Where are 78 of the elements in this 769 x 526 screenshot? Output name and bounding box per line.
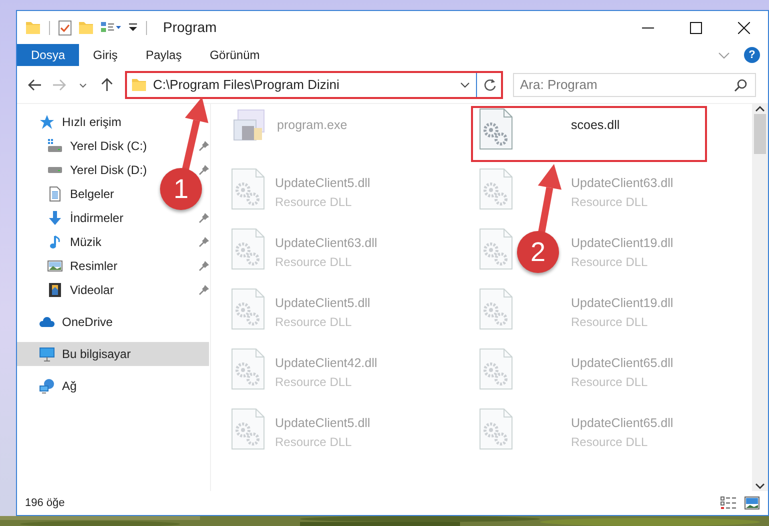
film-icon [48, 282, 62, 298]
file-type: Resource DLL [571, 434, 649, 451]
details-view-icon[interactable] [720, 496, 738, 510]
file-type: Resource DLL [275, 434, 353, 451]
search-field[interactable]: Ara: Program [513, 72, 756, 96]
download-arrow-icon [47, 210, 63, 226]
cloud-icon [39, 317, 55, 327]
gear-file-icon [479, 288, 513, 330]
gear-file-icon [231, 348, 265, 390]
computer-icon [39, 346, 55, 362]
file-name[interactable]: scoes.dll [571, 116, 620, 135]
sidebar-item[interactable]: Ağ [17, 374, 85, 398]
file-type: Resource DLL [571, 314, 649, 331]
document-icon [47, 186, 63, 202]
back-icon[interactable] [27, 76, 43, 92]
large-icons-view-icon[interactable] [744, 496, 760, 510]
close-icon[interactable] [738, 22, 750, 34]
file-type: Resource DLL [275, 254, 353, 271]
sidebar-item[interactable]: Yerel Disk (C:) [17, 134, 155, 158]
gear-file-icon [479, 108, 513, 150]
up-icon[interactable] [99, 76, 115, 92]
drive-icon [47, 167, 63, 173]
sidebar-item[interactable]: Hızlı erişim [17, 110, 130, 134]
file-type: Resource DLL [275, 194, 353, 211]
landscape-icon [47, 260, 63, 272]
scroll-down-icon[interactable] [755, 483, 765, 489]
pin-icon[interactable] [199, 285, 209, 295]
network-icon [39, 378, 55, 394]
file-type: Resource DLL [571, 194, 649, 211]
gear-file-icon [479, 168, 513, 210]
folder-icon [131, 76, 147, 92]
sidebar-item[interactable]: Yerel Disk (D:) [17, 158, 155, 182]
gear-file-icon [231, 408, 265, 450]
gear-file-icon [231, 288, 265, 330]
refresh-icon[interactable] [483, 78, 497, 92]
minimize-icon[interactable] [642, 26, 654, 28]
item-count: 196 öğe [25, 496, 65, 511]
file-type: Resource DLL [571, 254, 649, 271]
sidebar-item[interactable]: OneDrive [17, 310, 121, 334]
gear-file-icon [479, 408, 513, 450]
window-title: Program [163, 18, 217, 37]
star-icon [39, 114, 55, 130]
maximize-icon[interactable] [690, 22, 702, 34]
sidebar-item[interactable]: Videolar [17, 278, 122, 302]
pin-icon[interactable] [199, 213, 209, 223]
gear-file-icon [479, 228, 513, 270]
gear-file-icon [231, 168, 265, 210]
file-type: Resource DLL [571, 374, 649, 391]
address-bar[interactable]: C:\Program Files\Program Dizini [125, 70, 503, 98]
pin-icon[interactable] [199, 165, 209, 175]
gear-file-icon [479, 348, 513, 390]
file-type: Resource DLL [275, 314, 353, 331]
gear-file-icon [231, 228, 265, 270]
pin-icon[interactable] [199, 261, 209, 271]
file-type: Resource DLL [275, 374, 353, 391]
ribbon-tab[interactable]: Paylaş [132, 44, 196, 66]
ribbon-tab[interactable]: Giriş [79, 44, 132, 66]
scroll-up-icon[interactable] [755, 106, 765, 112]
checklist-icon[interactable] [58, 20, 72, 36]
dropdown-caret-icon[interactable] [460, 82, 470, 88]
customize-caret-icon[interactable] [128, 22, 138, 32]
scroll-thumb[interactable] [754, 114, 766, 154]
music-note-icon [49, 234, 61, 250]
sidebar-item[interactable]: Bu bilgisayar [17, 342, 209, 366]
help-button[interactable]: ? [744, 47, 760, 63]
expand-ribbon-icon[interactable] [718, 52, 730, 58]
drive-icon [47, 139, 63, 153]
ribbon-tab[interactable]: Görünüm [196, 44, 274, 66]
sidebar-item[interactable]: Müzik [17, 230, 110, 254]
pin-icon[interactable] [199, 237, 209, 247]
sidebar-item[interactable]: Belgeler [17, 182, 122, 206]
ribbon-tab[interactable]: Dosya [17, 44, 80, 66]
sidebar-item[interactable]: Resimler [17, 254, 126, 278]
pin-icon[interactable] [199, 141, 209, 151]
file-item[interactable]: scoes.dll [471, 106, 707, 162]
sidebar-item[interactable]: İndirmeler [17, 206, 132, 230]
scrollbar[interactable] [752, 104, 768, 491]
properties-icon[interactable] [100, 20, 122, 34]
